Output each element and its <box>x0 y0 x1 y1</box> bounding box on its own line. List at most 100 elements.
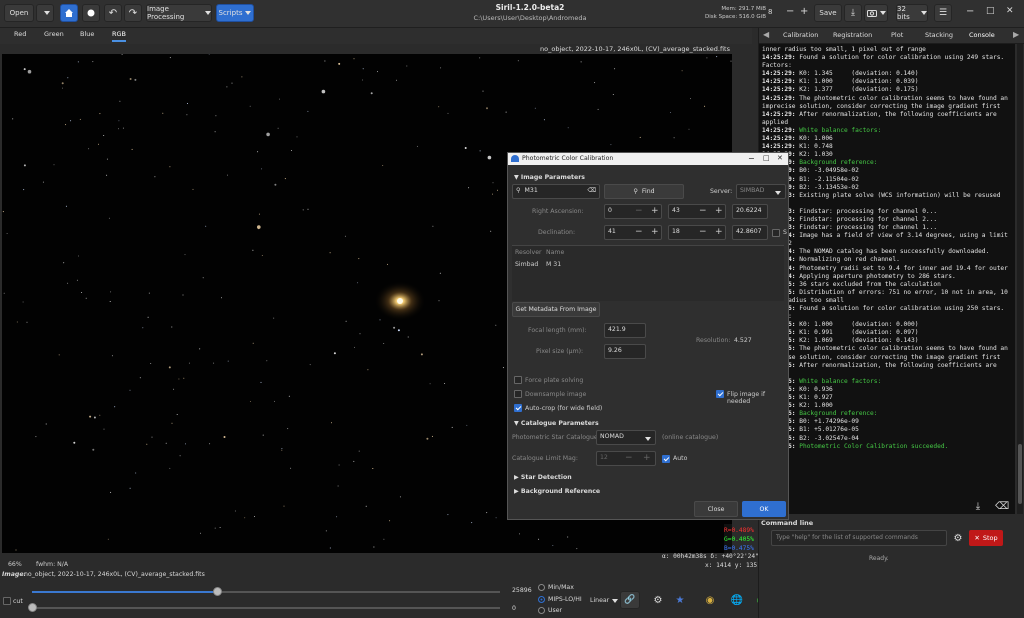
min-slider-knob[interactable] <box>28 603 37 612</box>
command-help-icon[interactable]: ⚙ <box>951 531 965 545</box>
get-metadata-button[interactable]: Get Metadata From Image <box>512 302 600 317</box>
limit-mag-spin[interactable]: 12− + <box>596 451 656 466</box>
find-button[interactable]: ⚲ Find <box>604 184 684 199</box>
star <box>142 327 144 329</box>
dialog-minimize-button[interactable]: − <box>748 154 755 163</box>
min-slider-track[interactable] <box>32 607 500 609</box>
star <box>199 348 201 350</box>
dec-degrees-spin[interactable]: 41− + <box>604 225 662 240</box>
close-window-button[interactable]: ✕ <box>1006 6 1014 16</box>
tab-stacking[interactable]: Stacking <box>925 31 953 39</box>
resolver-header: Resolver <box>515 249 542 256</box>
pixel-size-field[interactable]: 9.26 <box>604 344 646 359</box>
image-processing-menu[interactable]: Image Processing <box>146 4 212 22</box>
tab-green[interactable]: Green <box>44 30 64 38</box>
table-row[interactable]: Simbad M 31 <box>512 259 784 271</box>
main-menu-button[interactable]: ☰ <box>934 4 952 22</box>
star <box>62 87 63 89</box>
console-scrollbar[interactable] <box>1017 44 1023 514</box>
clear-search-icon[interactable]: ⌫ <box>587 187 596 194</box>
max-slider-knob[interactable] <box>213 587 222 596</box>
dec-seconds-field[interactable]: 42.8607 <box>732 225 768 240</box>
console-line: 14:25:35: K0: 1.000 (deviation: 0.000) <box>762 321 1012 329</box>
console-text: The photometric color calibration seems … <box>795 94 1008 102</box>
open-recent-dropdown[interactable] <box>36 4 54 22</box>
dialog-maximize-button[interactable]: □ <box>763 154 770 162</box>
link-channels-button[interactable]: 🔗 <box>620 591 640 609</box>
console-scrollbar-thumb[interactable] <box>1018 444 1022 504</box>
annotate-icon[interactable]: ◉ <box>702 591 718 609</box>
photometry-icon[interactable]: ★ <box>672 591 688 609</box>
dialog-close-button[interactable]: ✕ <box>777 154 783 162</box>
star <box>45 423 47 425</box>
scale-dropdown[interactable]: Linear <box>590 597 619 604</box>
star <box>118 120 120 122</box>
ra-minutes-spin[interactable]: 43− + <box>668 204 726 219</box>
globe-icon[interactable]: 🌐 <box>728 591 746 609</box>
stop-button[interactable]: ✕ Stop <box>969 530 1003 546</box>
redo-button[interactable]: ↷ <box>124 4 142 22</box>
zoom-level-field[interactable]: 8 <box>768 8 772 16</box>
force-plate-checkbox[interactable] <box>514 376 522 384</box>
close-label: Close <box>707 505 725 513</box>
focal-length-field[interactable]: 421.9 <box>604 323 646 338</box>
catalogue-dropdown[interactable]: NOMAD <box>596 430 656 445</box>
ok-button[interactable]: OK <box>742 501 786 517</box>
undo-button[interactable]: ↶ <box>104 4 122 22</box>
max-slider-track[interactable] <box>218 591 500 593</box>
tabs-scroll-right[interactable]: ▶ <box>1013 30 1019 39</box>
tab-registration[interactable]: Registration <box>833 31 872 39</box>
display-mode-icon[interactable]: ⚙ <box>650 591 666 609</box>
zoom-increase-button[interactable]: + <box>800 6 808 17</box>
tab-plot[interactable]: Plot <box>891 31 903 39</box>
dec-minutes-spin[interactable]: 18− + <box>668 225 726 240</box>
object-search-input[interactable]: ⚲ M31 ⌫ <box>512 184 600 199</box>
star <box>284 178 286 180</box>
open-button[interactable]: Open <box>4 4 34 22</box>
console-line: 14:25:35: After renormalization, the fol… <box>762 362 1012 370</box>
flip-checkbox[interactable] <box>716 390 724 398</box>
save-button[interactable]: Save <box>814 4 842 22</box>
tab-rgb[interactable]: RGB <box>112 30 127 42</box>
maximize-button[interactable]: □ <box>986 6 995 16</box>
tab-red[interactable]: Red <box>14 30 26 38</box>
tab-console[interactable]: Console <box>969 31 995 39</box>
minmax-radio[interactable] <box>538 584 545 591</box>
star <box>192 188 194 190</box>
cut-checkbox[interactable] <box>3 597 11 605</box>
server-dropdown[interactable]: SIMBAD <box>736 184 786 199</box>
home-button[interactable] <box>60 4 78 22</box>
console-line: 14:25:35: K0: 0.936 <box>762 386 1012 394</box>
snapshot-button[interactable] <box>864 4 888 22</box>
image-params-expander[interactable]: ▼ Image Parameters <box>514 174 585 181</box>
tab-calibration[interactable]: Calibration <box>783 31 818 39</box>
ra-hours-spin[interactable]: 0− + <box>604 204 662 219</box>
scripts-menu[interactable]: Scripts <box>216 4 254 22</box>
chevron-down-icon <box>43 11 50 15</box>
livestack-button[interactable] <box>82 4 100 22</box>
save-log-icon[interactable]: ⤓ <box>971 500 985 512</box>
command-input[interactable]: Type "help" for the list of supported co… <box>771 530 947 546</box>
auto-mag-checkbox[interactable] <box>662 455 670 463</box>
downsample-checkbox[interactable] <box>514 390 522 398</box>
star <box>610 144 612 146</box>
mips-radio[interactable] <box>538 596 545 603</box>
tabs-scroll-left[interactable]: ◀ <box>763 30 769 39</box>
south-checkbox[interactable] <box>772 229 780 237</box>
minimize-button[interactable]: − <box>966 6 974 17</box>
close-button[interactable]: Close <box>694 501 738 517</box>
tab-blue[interactable]: Blue <box>80 30 94 38</box>
background-reference-expander[interactable]: ▶ Background Reference <box>514 488 600 495</box>
autocrop-checkbox[interactable] <box>514 404 522 412</box>
star <box>438 106 440 108</box>
clear-log-icon[interactable]: ⌫ <box>995 500 1009 512</box>
catalogue-params-expander[interactable]: ▼ Catalogue Parameters <box>514 420 599 427</box>
ra-seconds-field[interactable]: 20.6224 <box>732 204 768 219</box>
zoom-decrease-button[interactable]: − <box>786 6 794 17</box>
console-log[interactable]: inner radius too small, 1 pixel out of r… <box>759 44 1015 514</box>
save-as-button[interactable]: ⤓ <box>844 4 862 22</box>
bit-depth-menu[interactable]: 32 bits <box>896 4 928 22</box>
console-line: 14:25:33: Findstar: processing for chann… <box>762 208 1012 216</box>
star-detection-expander[interactable]: ▶ Star Detection <box>514 474 572 481</box>
user-radio[interactable] <box>538 607 545 614</box>
